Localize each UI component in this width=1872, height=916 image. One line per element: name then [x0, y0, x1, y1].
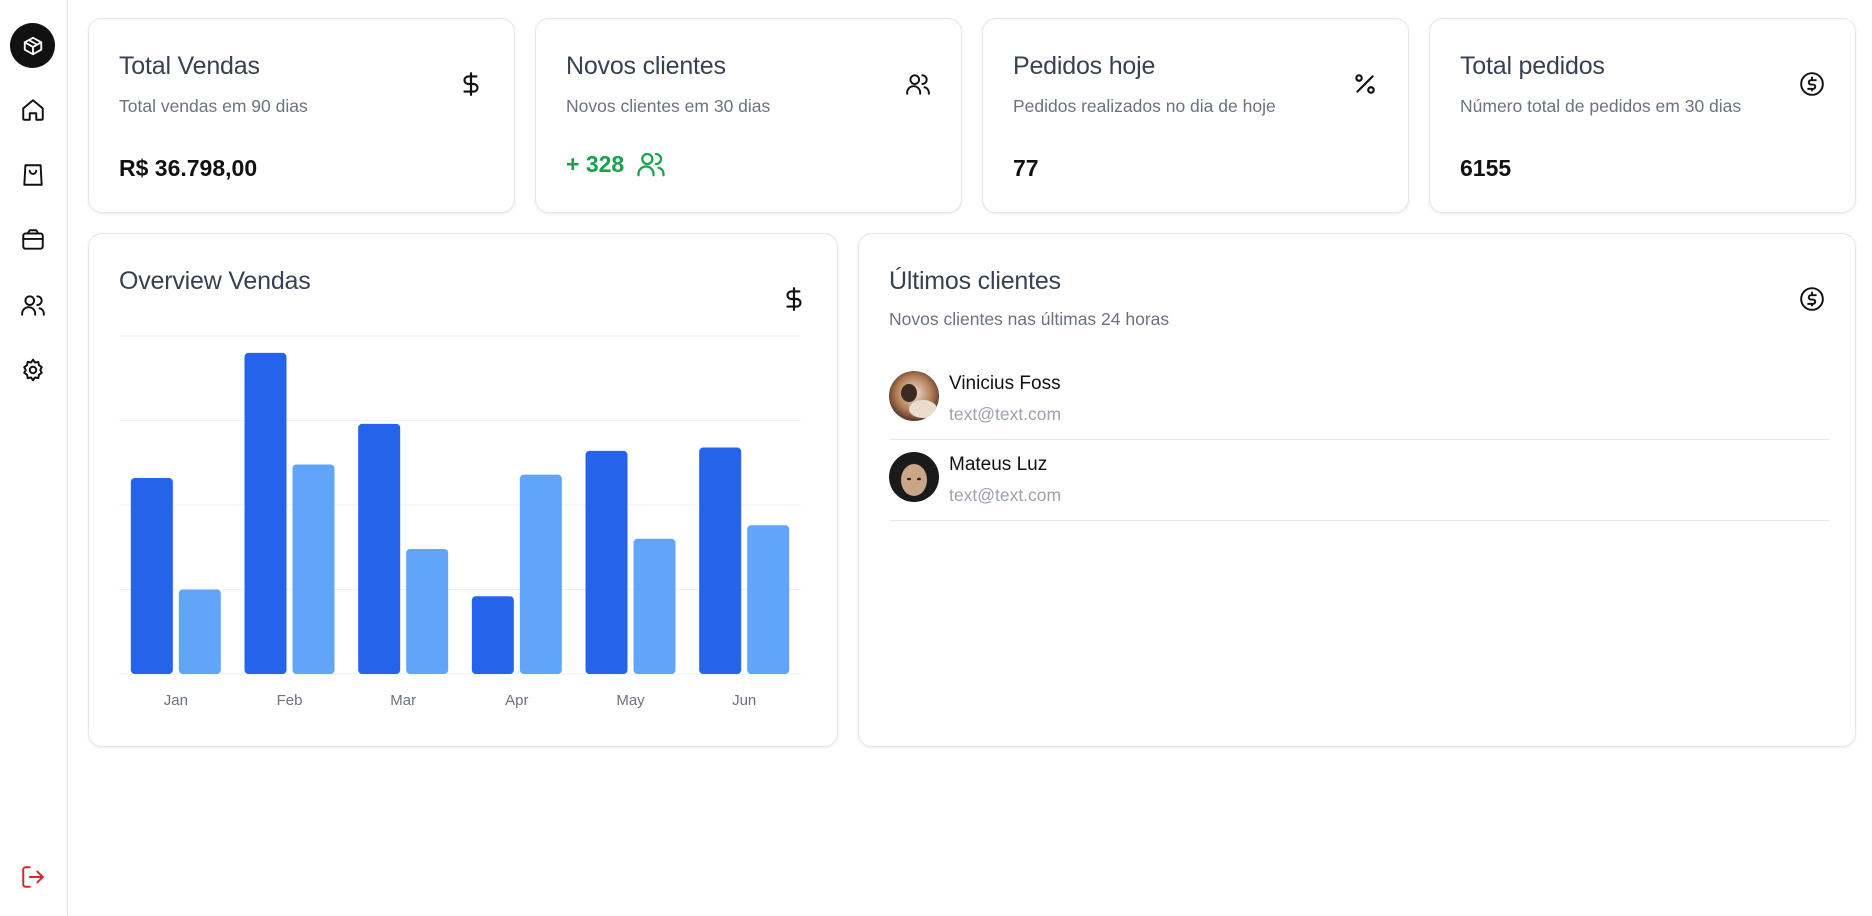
stat-card-subtitle: Total vendas em 90 dias — [119, 96, 308, 116]
stat-card-subtitle: Pedidos realizados no dia de hoje — [1013, 96, 1276, 116]
chart-bar-jan-2[interactable] — [178, 589, 221, 675]
dollar-sign-icon — [463, 72, 479, 96]
x-tick-label: Jun — [732, 692, 756, 709]
chart-bar-apr-1[interactable] — [471, 596, 514, 674]
latest-customers-subtitle: Novos clientes nas últimas 24 horas — [889, 309, 1170, 329]
x-tick-label: Apr — [505, 692, 528, 709]
archive-icon — [22, 229, 44, 250]
users-icon — [637, 152, 665, 177]
percent-icon — [1355, 74, 1375, 94]
x-tick-label: May — [616, 692, 645, 709]
stat-card-subtitle: Número total de pedidos em 30 dias — [1460, 96, 1742, 116]
users-icon — [906, 74, 930, 95]
client-list-item[interactable]: Vinicius Foss text@text.com — [889, 360, 1829, 440]
overview-sales-card: Overview Vendas Jan Feb Mar Apr May Jun — [88, 233, 838, 747]
chart-bar-may-1[interactable] — [585, 450, 628, 674]
stat-card-new-customers: Novos clientes Novos clientes em 30 dias… — [535, 18, 962, 213]
sidebar-item-settings[interactable] — [14, 351, 52, 389]
latest-customers-card: Últimos clientes Novos clientes nas últi… — [858, 233, 1856, 747]
chart-bar-may-2[interactable] — [633, 538, 676, 674]
chart-bar-apr-2[interactable] — [519, 474, 562, 674]
x-tick-label: Mar — [390, 692, 416, 709]
sidebar-item-orders[interactable] — [14, 156, 52, 194]
chart-bar-feb-1[interactable] — [244, 352, 287, 674]
stat-card-total-sales: Total Vendas Total vendas em 90 dias R$ … — [88, 18, 515, 213]
stat-card-title: Total pedidos — [1460, 52, 1605, 80]
logout-button[interactable] — [14, 858, 52, 896]
chart-bar-mar-1[interactable] — [358, 423, 401, 674]
shopping-bag-icon — [23, 164, 43, 186]
chart-bar-jan-1[interactable] — [130, 477, 173, 674]
chart-bar-mar-2[interactable] — [406, 548, 449, 674]
stat-card-title: Total Vendas — [119, 52, 260, 80]
sidebar-item-home[interactable] — [14, 91, 52, 129]
chart-bar-feb-2[interactable] — [292, 464, 335, 674]
stat-card-orders-today: Pedidos hoje Pedidos realizados no dia d… — [982, 18, 1409, 213]
client-email: text@text.com — [949, 485, 1062, 505]
avatar — [889, 371, 939, 421]
home-icon — [22, 99, 44, 121]
client-email: text@text.com — [949, 404, 1062, 424]
sales-bar-chart: Jan Feb Mar Apr May Jun — [119, 335, 801, 709]
avatar — [889, 452, 939, 502]
client-name: Mateus Luz — [949, 454, 1048, 475]
circle-dollar-icon — [1800, 287, 1824, 311]
sidebar — [0, 0, 68, 916]
stat-card-subtitle: Novos clientes em 30 dias — [566, 96, 771, 116]
client-name: Vinicius Foss — [949, 373, 1061, 394]
sidebar-item-customers[interactable] — [14, 286, 52, 324]
latest-customers-title: Últimos clientes — [889, 267, 1061, 295]
client-list-item[interactable]: Mateus Luz text@text.com — [889, 441, 1829, 521]
sidebar-item-products[interactable] — [14, 221, 52, 259]
users-icon — [21, 295, 45, 316]
stat-card-title: Novos clientes — [566, 52, 726, 80]
stat-card-value: + 328 — [566, 150, 625, 177]
sidebar-logo-button[interactable] — [10, 23, 55, 68]
logout-icon — [22, 866, 44, 888]
stat-card-value: 6155 — [1460, 155, 1512, 181]
stat-card-total-orders: Total pedidos Número total de pedidos em… — [1429, 18, 1856, 213]
chart-bar-jun-2[interactable] — [747, 525, 790, 674]
stat-card-value-row: + 328 — [566, 149, 666, 179]
stat-card-value: R$ 36.798,00 — [119, 155, 258, 181]
x-tick-label: Feb — [277, 692, 303, 709]
package-icon — [23, 36, 42, 55]
stat-card-title: Pedidos hoje — [1013, 52, 1156, 80]
x-tick-label: Jan — [164, 692, 188, 709]
settings-icon — [23, 358, 43, 382]
circle-dollar-icon — [1800, 72, 1824, 96]
chart-bar-jun-1[interactable] — [699, 447, 742, 674]
stat-card-value: 77 — [1013, 155, 1039, 181]
